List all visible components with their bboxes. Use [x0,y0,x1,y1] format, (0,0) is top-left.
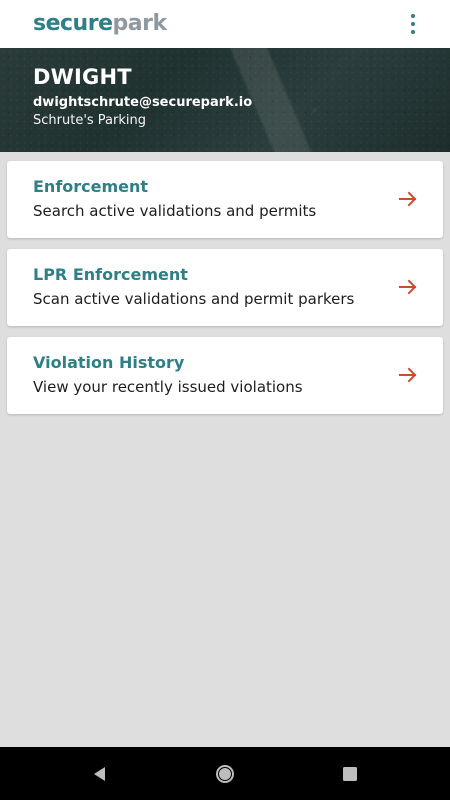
user-name: DWIGHT [33,65,132,89]
menu-cards: Enforcement Search active validations an… [7,161,443,425]
user-email: dwightschrute@securepark.io [33,95,253,110]
violation-history-card[interactable]: Violation History View your recently iss… [7,337,443,414]
enforcement-subtitle: Search active validations and permits [33,202,317,220]
home-icon[interactable] [214,763,236,785]
lpr-enforcement-card[interactable]: LPR Enforcement Scan active validations … [7,249,443,326]
arrow-right-icon [399,279,417,295]
logo-park-text: park [112,11,168,36]
more-vertical-icon [411,22,415,26]
top-app-bar: securepark [0,0,450,48]
parking-location: Schrute's Parking [33,113,146,128]
more-options-button[interactable] [406,12,420,36]
back-icon[interactable] [89,763,111,785]
lpr-enforcement-title: LPR Enforcement [33,265,188,284]
app-screen: securepark DWIGHT dwightschrute@securepa… [0,0,450,800]
securepark-logo: securepark [33,10,167,38]
violation-history-subtitle: View your recently issued violations [33,378,303,396]
violation-history-title: Violation History [33,353,185,372]
enforcement-card[interactable]: Enforcement Search active validations an… [7,161,443,238]
enforcement-title: Enforcement [33,177,149,196]
arrow-right-icon [399,191,417,207]
more-vertical-icon [411,30,415,34]
system-navigation-bar [0,747,450,800]
lpr-enforcement-subtitle: Scan active validations and permit parke… [33,290,355,308]
more-vertical-icon [411,14,415,18]
arrow-right-icon [399,367,417,383]
logo-secure-text: secure [33,11,113,36]
user-info: DWIGHT dwightschrute@securepark.io Schru… [33,66,252,129]
user-header: DWIGHT dwightschrute@securepark.io Schru… [0,48,450,152]
recent-apps-icon[interactable] [339,763,361,785]
